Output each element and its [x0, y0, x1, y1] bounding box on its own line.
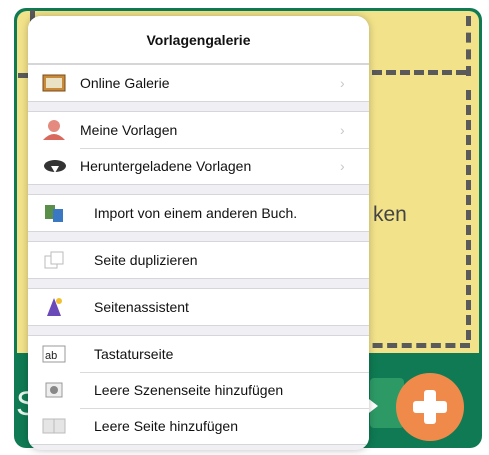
keyboard-page-icon: ab: [42, 344, 66, 364]
menu-group: Seite duplizieren: [28, 241, 369, 279]
chevron-right-icon: ›: [340, 122, 345, 138]
menu-item-tastaturseite[interactable]: ab Tastaturseite: [28, 336, 369, 372]
chevron-right-icon: ›: [340, 158, 345, 174]
menu-item-heruntergeladene-vorlagen[interactable]: Heruntergeladene Vorlagen ›: [28, 148, 369, 184]
menu-group: Online Galerie ›: [28, 64, 369, 102]
menu-item-meine-vorlagen[interactable]: Meine Vorlagen ›: [28, 112, 369, 148]
cloud-download-icon: [42, 156, 66, 176]
menu-group: Meine Vorlagen › Heruntergeladene Vorlagen…: [28, 111, 369, 185]
menu-group: ab Tastaturseite Leere Szenenseite hinzufü…: [28, 335, 369, 445]
picture-frame-icon: [42, 73, 66, 93]
blank-page-icon: [42, 416, 66, 436]
menu-item-label: Leere Seite hinzufügen: [94, 418, 238, 434]
popover-title: Vorlagengalerie: [28, 16, 369, 64]
canvas-text-fragment: ken: [373, 203, 407, 226]
menu-group: Import von einem anderen Buch.: [28, 194, 369, 232]
menu-item-label: Tastaturseite: [94, 346, 174, 362]
scene-page-icon: [42, 380, 66, 400]
menu-item-label: Import von einem anderen Buch.: [94, 205, 298, 221]
template-gallery-popover: Vorlagengalerie Online Galerie › Meine Vor…: [28, 16, 369, 450]
menu-group: Seitenassistent: [28, 288, 369, 326]
menu-item-leere-szenenseite-hinzufügen[interactable]: Leere Szenenseite hinzufügen: [28, 372, 369, 408]
menu-item-label: Leere Szenenseite hinzufügen: [94, 382, 284, 398]
duplicate-pages-icon: [42, 250, 66, 270]
add-page-button[interactable]: [396, 373, 464, 441]
plus-icon: [413, 390, 447, 424]
menu-item-label: Seitenassistent: [94, 299, 189, 315]
menu-item-seite-duplizieren[interactable]: Seite duplizieren: [28, 242, 369, 278]
menu-item-label: Online Galerie: [80, 75, 170, 91]
chevron-right-icon: ›: [340, 75, 345, 91]
svg-text:ab: ab: [45, 350, 57, 362]
dashed-border: [466, 90, 471, 340]
import-book-icon: [42, 203, 66, 223]
dashed-border: [358, 343, 470, 348]
menu-item-label: Heruntergeladene Vorlagen: [80, 158, 252, 174]
menu-item-online-galerie[interactable]: Online Galerie ›: [28, 65, 369, 101]
menu-item-seitenassistent[interactable]: Seitenassistent: [28, 289, 369, 325]
dashed-border: [358, 70, 466, 75]
wizard-icon: [42, 297, 66, 317]
menu-item-leere-seite-hinzufügen[interactable]: Leere Seite hinzufügen: [28, 408, 369, 444]
menu-item-label: Meine Vorlagen: [80, 122, 178, 138]
person-icon: [42, 120, 66, 140]
menu-item-import-von-einem-anderen-buch[interactable]: Import von einem anderen Buch.: [28, 195, 369, 231]
dashed-border: [466, 16, 471, 76]
menu-item-label: Seite duplizieren: [94, 252, 198, 268]
